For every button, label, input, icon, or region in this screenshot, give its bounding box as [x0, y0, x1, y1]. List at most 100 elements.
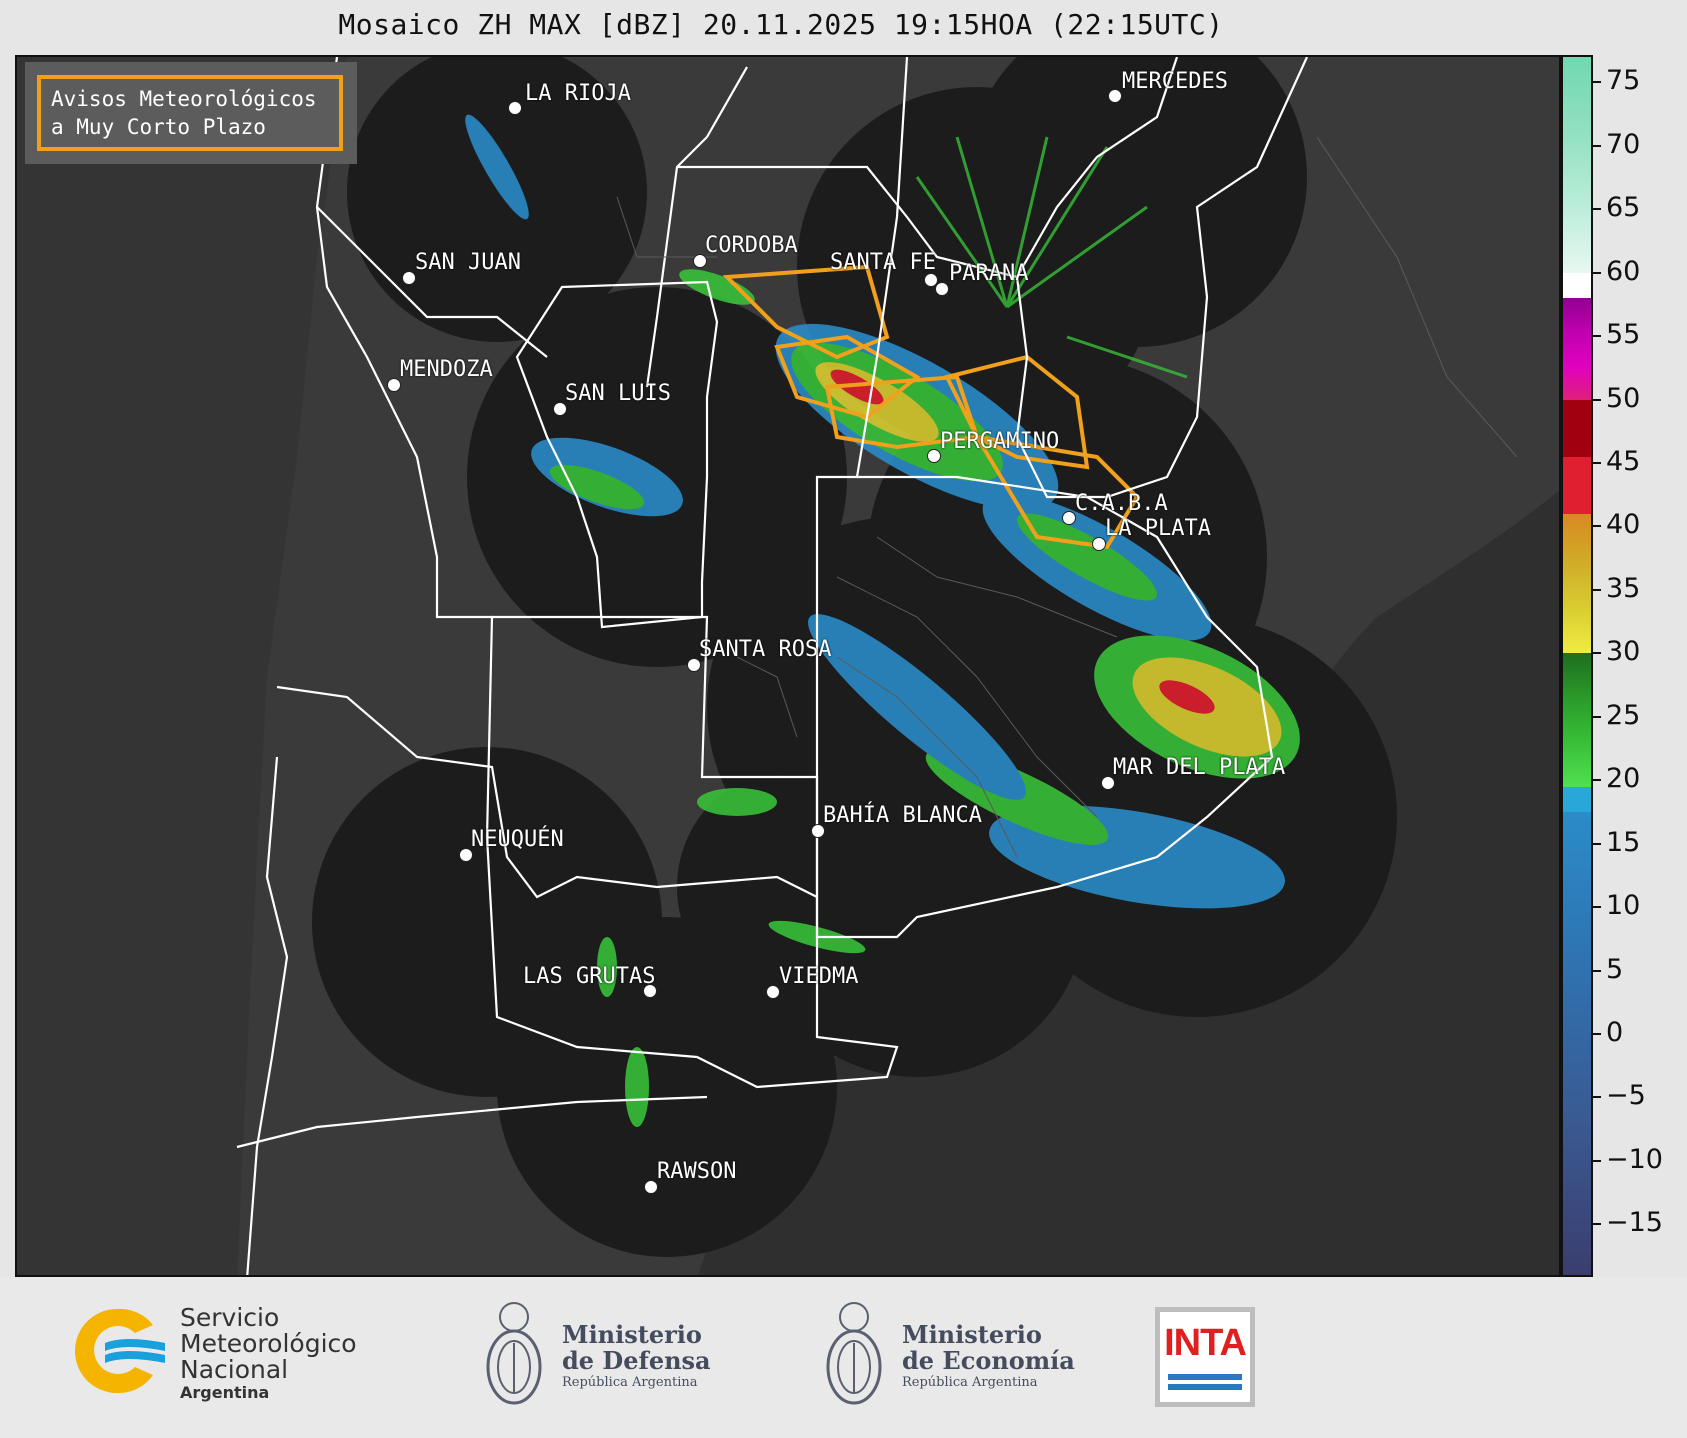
colorbar-tick-label: 0 — [1606, 1016, 1624, 1048]
warning-legend-frame: Avisos Meteorológicos a Muy Corto Plazo — [37, 75, 343, 151]
colorbar-tick-label: 5 — [1606, 953, 1624, 985]
defensa-logo-text: Ministerio de Defensa República Argentin… — [562, 1322, 711, 1392]
colorbar-tick — [1593, 1159, 1601, 1162]
economia-logo-text: Ministerio de Economía República Argenti… — [902, 1322, 1075, 1392]
colorbar-tick-label: 60 — [1606, 255, 1641, 287]
colorbar-segment — [1563, 811, 1591, 1275]
city-label: NEUQUÉN — [471, 827, 564, 852]
city-label: MAR DEL PLATA — [1113, 755, 1286, 780]
colorbar-tick — [1593, 335, 1601, 338]
city-marker — [1108, 89, 1122, 103]
city-label: SANTA ROSA — [699, 637, 832, 662]
colorbar-tick — [1593, 588, 1601, 591]
inta-stripe — [1168, 1374, 1242, 1380]
city-label: LA PLATA — [1105, 516, 1211, 541]
colorbar-tick — [1593, 652, 1601, 655]
footer-logos: Servicio Meteorológico Nacional Argentin… — [0, 1277, 1687, 1438]
colorbar-tick-label: −15 — [1606, 1207, 1663, 1239]
colorbar-tick-label: 70 — [1606, 128, 1641, 160]
colorbar-tick — [1593, 81, 1601, 84]
colorbar-tick — [1593, 906, 1601, 909]
defensa-line1: Ministerio — [562, 1320, 702, 1349]
colorbar-tick — [1593, 271, 1601, 274]
city-marker — [935, 282, 949, 296]
city-label: MENDOZA — [400, 357, 493, 382]
colorbar-segment — [1563, 653, 1591, 787]
city-label: SANTA FE — [830, 250, 936, 275]
smn-line2: Meteorológico — [180, 1329, 357, 1358]
smn-line4: Argentina — [180, 1383, 270, 1402]
colorbar-tick-label: 50 — [1606, 382, 1641, 414]
warning-line1: Avisos Meteorológicos — [51, 87, 317, 111]
dbz-colorbar — [1561, 55, 1593, 1277]
colorbar-segment — [1563, 456, 1591, 514]
city-marker — [644, 1180, 658, 1194]
city-label: SAN LUIS — [565, 381, 671, 406]
city-label: CORDOBA — [705, 233, 798, 258]
colorbar-tick — [1593, 715, 1601, 718]
city-label: PERGAMINO — [940, 429, 1060, 454]
city-label: PARANA — [949, 261, 1029, 286]
colorbar-segment — [1563, 399, 1591, 457]
inta-logo-text: INTA — [1164, 1322, 1247, 1364]
colorbar-tick-label: 20 — [1606, 763, 1641, 795]
coat-of-arms-icon — [826, 1302, 882, 1405]
inta-logo: INTA — [1155, 1307, 1255, 1407]
colorbar-tick — [1593, 144, 1601, 147]
colorbar-tick-label: 65 — [1606, 192, 1641, 224]
colorbar-tick-label: 40 — [1606, 509, 1641, 541]
defensa-line2: de Defensa — [562, 1346, 711, 1375]
colorbar-tick — [1593, 208, 1601, 211]
colorbar-tick — [1593, 1032, 1601, 1035]
colorbar-tick — [1593, 842, 1601, 845]
colorbar-tick — [1593, 1096, 1601, 1099]
colorbar-tick-label: 55 — [1606, 319, 1641, 351]
colorbar-tick — [1593, 779, 1601, 782]
colorbar-tick — [1593, 1223, 1601, 1226]
city-label: RAWSON — [657, 1159, 737, 1184]
colorbar-segment — [1563, 786, 1591, 812]
smn-line3: Nacional — [180, 1355, 289, 1384]
coat-of-arms-icon — [486, 1302, 542, 1405]
colorbar-segment — [1563, 513, 1591, 654]
colorbar-tick-label: 15 — [1606, 826, 1641, 858]
city-label: MERCEDES — [1122, 69, 1228, 94]
inta-stripe — [1168, 1384, 1242, 1390]
colorbar-tick — [1593, 969, 1601, 972]
city-marker — [1062, 511, 1076, 525]
economia-line2: de Economía — [902, 1346, 1075, 1375]
city-marker — [508, 101, 522, 115]
warning-legend: Avisos Meteorológicos a Muy Corto Plazo — [25, 62, 357, 164]
city-label: C.A.B.A — [1075, 491, 1168, 516]
colorbar-tick — [1593, 525, 1601, 528]
colorbar-tick-label: −5 — [1606, 1080, 1646, 1112]
colorbar-tick-label: 45 — [1606, 446, 1641, 477]
colorbar-tick-label: 10 — [1606, 890, 1641, 922]
defensa-line3: República Argentina — [562, 1375, 698, 1390]
colorbar-tick-label: 25 — [1606, 699, 1641, 731]
colorbar-tick-label: −10 — [1606, 1143, 1663, 1175]
city-label: LA RIOJA — [525, 81, 631, 106]
city-marker — [1092, 537, 1106, 551]
warning-line2: a Muy Corto Plazo — [51, 115, 266, 139]
colorbar-tick-label: 30 — [1606, 636, 1641, 668]
economia-line3: República Argentina — [902, 1375, 1038, 1390]
radar-map[interactable]: Avisos Meteorológicos a Muy Corto Plazo … — [15, 55, 1561, 1277]
colorbar-segment — [1563, 57, 1591, 273]
smn-line1: Servicio — [180, 1303, 280, 1332]
smn-logo-icon — [75, 1308, 165, 1394]
city-marker — [927, 449, 941, 463]
city-marker — [402, 271, 416, 285]
economia-line1: Ministerio — [902, 1320, 1042, 1349]
colorbar-tick — [1593, 398, 1601, 401]
city-label: BAHÍA BLANCA — [823, 803, 982, 828]
city-label: SAN JUAN — [415, 250, 521, 275]
city-label: VIEDMA — [779, 964, 859, 989]
colorbar-tick-label: 35 — [1606, 572, 1641, 604]
city-label: LAS GRUTAS — [523, 964, 656, 989]
colorbar-segment — [1563, 298, 1591, 400]
city-marker — [387, 378, 401, 392]
colorbar-tick-label: 75 — [1606, 65, 1641, 97]
smn-logo-text: Servicio Meteorológico Nacional Argentin… — [180, 1305, 357, 1403]
colorbar-tick — [1593, 462, 1601, 464]
